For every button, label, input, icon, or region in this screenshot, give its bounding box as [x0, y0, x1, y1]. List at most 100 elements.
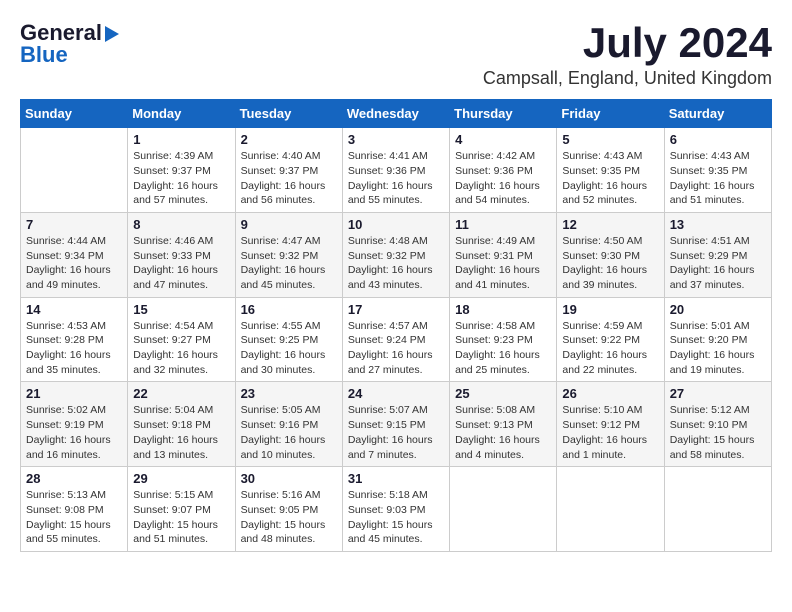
day-number: 28	[26, 471, 122, 486]
day-info: Sunrise: 5:10 AM Sunset: 9:12 PM Dayligh…	[562, 403, 658, 462]
day-info: Sunrise: 5:08 AM Sunset: 9:13 PM Dayligh…	[455, 403, 551, 462]
day-number: 15	[133, 302, 229, 317]
day-number: 20	[670, 302, 766, 317]
day-info: Sunrise: 5:13 AM Sunset: 9:08 PM Dayligh…	[26, 488, 122, 547]
day-info: Sunrise: 4:55 AM Sunset: 9:25 PM Dayligh…	[241, 319, 337, 378]
calendar-cell: 31Sunrise: 5:18 AM Sunset: 9:03 PM Dayli…	[342, 467, 449, 552]
calendar-cell: 22 Sunrise: 5:04 AM Sunset: 9:18 PM Dayli…	[128, 382, 235, 467]
day-info: Sunrise: 4:57 AM Sunset: 9:24 PM Dayligh…	[348, 319, 444, 378]
calendar-cell: 16 Sunrise: 4:55 AM Sunset: 9:25 PM Dayli…	[235, 297, 342, 382]
header-monday: Monday	[128, 100, 235, 128]
day-number: 6	[670, 132, 766, 147]
calendar-cell: 23 Sunrise: 5:05 AM Sunset: 9:16 PM Dayli…	[235, 382, 342, 467]
day-number: 4	[455, 132, 551, 147]
day-info: Sunrise: 4:51 AM Sunset: 9:29 PM Dayligh…	[670, 234, 766, 293]
day-number: 27	[670, 386, 766, 401]
calendar-cell: 5 Sunrise: 4:43 AM Sunset: 9:35 PM Daylig…	[557, 128, 664, 213]
day-info: Sunrise: 4:43 AM Sunset: 9:35 PM Dayligh…	[562, 149, 658, 208]
calendar-cell: 17 Sunrise: 4:57 AM Sunset: 9:24 PM Dayli…	[342, 297, 449, 382]
calendar-cell: 14Sunrise: 4:53 AM Sunset: 9:28 PM Dayli…	[21, 297, 128, 382]
calendar-cell: 6 Sunrise: 4:43 AM Sunset: 9:35 PM Daylig…	[664, 128, 771, 213]
calendar-cell: 13Sunrise: 4:51 AM Sunset: 9:29 PM Dayli…	[664, 212, 771, 297]
header: General Blue July 2024 Campsall, England…	[20, 20, 772, 89]
day-info: Sunrise: 5:07 AM Sunset: 9:15 PM Dayligh…	[348, 403, 444, 462]
calendar-week-3: 14Sunrise: 4:53 AM Sunset: 9:28 PM Dayli…	[21, 297, 772, 382]
calendar-week-5: 28 Sunrise: 5:13 AM Sunset: 9:08 PM Dayli…	[21, 467, 772, 552]
calendar-cell	[21, 128, 128, 213]
day-info: Sunrise: 4:48 AM Sunset: 9:32 PM Dayligh…	[348, 234, 444, 293]
day-number: 19	[562, 302, 658, 317]
calendar-cell: 21 Sunrise: 5:02 AM Sunset: 9:19 PM Dayli…	[21, 382, 128, 467]
calendar-cell: 11 Sunrise: 4:49 AM Sunset: 9:31 PM Dayli…	[450, 212, 557, 297]
day-number: 2	[241, 132, 337, 147]
header-saturday: Saturday	[664, 100, 771, 128]
day-number: 1	[133, 132, 229, 147]
calendar-cell: 30 Sunrise: 5:16 AM Sunset: 9:05 PM Dayli…	[235, 467, 342, 552]
calendar-cell: 20 Sunrise: 5:01 AM Sunset: 9:20 PM Dayli…	[664, 297, 771, 382]
day-number: 26	[562, 386, 658, 401]
calendar-cell: 18 Sunrise: 4:58 AM Sunset: 9:23 PM Dayli…	[450, 297, 557, 382]
calendar-cell: 9Sunrise: 4:47 AM Sunset: 9:32 PM Daylig…	[235, 212, 342, 297]
day-info: Sunrise: 5:05 AM Sunset: 9:16 PM Dayligh…	[241, 403, 337, 462]
day-number: 7	[26, 217, 122, 232]
day-number: 21	[26, 386, 122, 401]
calendar-cell	[664, 467, 771, 552]
logo-blue-text: Blue	[20, 42, 68, 68]
header-thursday: Thursday	[450, 100, 557, 128]
day-info: Sunrise: 4:39 AM Sunset: 9:37 PM Dayligh…	[133, 149, 229, 208]
day-info: Sunrise: 5:01 AM Sunset: 9:20 PM Dayligh…	[670, 319, 766, 378]
calendar-cell: 1 Sunrise: 4:39 AM Sunset: 9:37 PM Daylig…	[128, 128, 235, 213]
day-info: Sunrise: 4:40 AM Sunset: 9:37 PM Dayligh…	[241, 149, 337, 208]
day-info: Sunrise: 4:54 AM Sunset: 9:27 PM Dayligh…	[133, 319, 229, 378]
calendar-cell: 25 Sunrise: 5:08 AM Sunset: 9:13 PM Dayli…	[450, 382, 557, 467]
header-sunday: Sunday	[21, 100, 128, 128]
day-number: 8	[133, 217, 229, 232]
day-info: Sunrise: 5:16 AM Sunset: 9:05 PM Dayligh…	[241, 488, 337, 547]
calendar-cell	[450, 467, 557, 552]
day-number: 23	[241, 386, 337, 401]
day-number: 17	[348, 302, 444, 317]
day-info: Sunrise: 4:41 AM Sunset: 9:36 PM Dayligh…	[348, 149, 444, 208]
calendar-cell: 2 Sunrise: 4:40 AM Sunset: 9:37 PM Daylig…	[235, 128, 342, 213]
day-info: Sunrise: 5:02 AM Sunset: 9:19 PM Dayligh…	[26, 403, 122, 462]
day-info: Sunrise: 4:49 AM Sunset: 9:31 PM Dayligh…	[455, 234, 551, 293]
day-info: Sunrise: 4:47 AM Sunset: 9:32 PM Dayligh…	[241, 234, 337, 293]
day-info: Sunrise: 4:43 AM Sunset: 9:35 PM Dayligh…	[670, 149, 766, 208]
logo-arrow-icon	[105, 26, 119, 42]
day-number: 29	[133, 471, 229, 486]
day-number: 16	[241, 302, 337, 317]
header-friday: Friday	[557, 100, 664, 128]
day-number: 30	[241, 471, 337, 486]
day-number: 11	[455, 217, 551, 232]
header-wednesday: Wednesday	[342, 100, 449, 128]
location-title: Campsall, England, United Kingdom	[483, 68, 772, 89]
calendar-cell: 28 Sunrise: 5:13 AM Sunset: 9:08 PM Dayli…	[21, 467, 128, 552]
calendar-week-4: 21 Sunrise: 5:02 AM Sunset: 9:19 PM Dayli…	[21, 382, 772, 467]
day-info: Sunrise: 5:04 AM Sunset: 9:18 PM Dayligh…	[133, 403, 229, 462]
calendar-cell: 24 Sunrise: 5:07 AM Sunset: 9:15 PM Dayli…	[342, 382, 449, 467]
title-section: July 2024 Campsall, England, United King…	[483, 20, 772, 89]
calendar-cell: 27Sunrise: 5:12 AM Sunset: 9:10 PM Dayli…	[664, 382, 771, 467]
calendar-cell: 10 Sunrise: 4:48 AM Sunset: 9:32 PM Dayli…	[342, 212, 449, 297]
day-number: 18	[455, 302, 551, 317]
day-number: 5	[562, 132, 658, 147]
day-info: Sunrise: 4:46 AM Sunset: 9:33 PM Dayligh…	[133, 234, 229, 293]
calendar-table: Sunday Monday Tuesday Wednesday Thursday…	[20, 99, 772, 552]
calendar-cell: 4 Sunrise: 4:42 AM Sunset: 9:36 PM Daylig…	[450, 128, 557, 213]
day-info: Sunrise: 4:42 AM Sunset: 9:36 PM Dayligh…	[455, 149, 551, 208]
month-title: July 2024	[483, 20, 772, 66]
day-info: Sunrise: 4:44 AM Sunset: 9:34 PM Dayligh…	[26, 234, 122, 293]
logo: General Blue	[20, 20, 119, 68]
day-number: 3	[348, 132, 444, 147]
day-info: Sunrise: 4:58 AM Sunset: 9:23 PM Dayligh…	[455, 319, 551, 378]
day-number: 25	[455, 386, 551, 401]
calendar-cell: 29Sunrise: 5:15 AM Sunset: 9:07 PM Dayli…	[128, 467, 235, 552]
day-info: Sunrise: 4:50 AM Sunset: 9:30 PM Dayligh…	[562, 234, 658, 293]
day-number: 10	[348, 217, 444, 232]
calendar-week-1: 1 Sunrise: 4:39 AM Sunset: 9:37 PM Daylig…	[21, 128, 772, 213]
calendar-week-2: 7 Sunrise: 4:44 AM Sunset: 9:34 PM Daylig…	[21, 212, 772, 297]
calendar-cell	[557, 467, 664, 552]
day-number: 24	[348, 386, 444, 401]
day-number: 22	[133, 386, 229, 401]
day-number: 14	[26, 302, 122, 317]
